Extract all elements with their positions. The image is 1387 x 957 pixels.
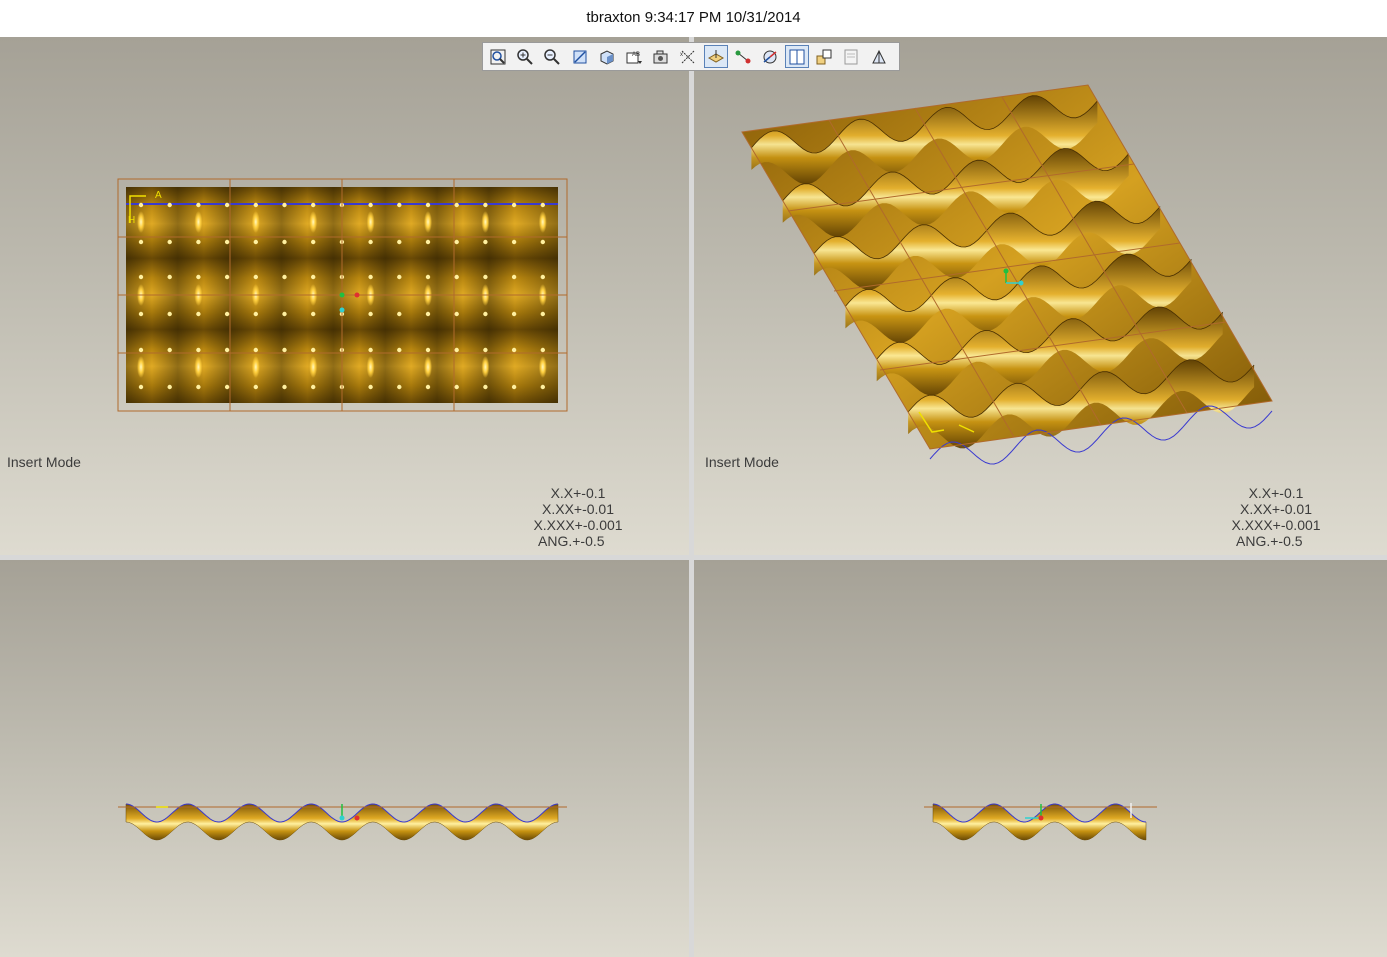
- repaint-button[interactable]: [568, 45, 592, 68]
- zoom-fit-icon: [489, 48, 507, 66]
- view-manager-icon: [652, 48, 670, 66]
- perspective-view-icon: [870, 48, 888, 66]
- multi-viewport-icon: [788, 48, 806, 66]
- viewport-top-left[interactable]: A H Insert Mode X.X+-0.1 X.XX+-0.01 X.XX…: [0, 37, 689, 555]
- svg-text:AB: AB: [632, 52, 640, 58]
- repaint-icon: [571, 48, 589, 66]
- view-manager-button[interactable]: [649, 45, 673, 68]
- datum-planes-icon: [707, 48, 725, 66]
- saved-views-icon: AB: [625, 48, 643, 66]
- csys-display-button[interactable]: [758, 45, 782, 68]
- top-view-model: A H: [117, 178, 568, 412]
- viewport-bottom-right[interactable]: [694, 560, 1387, 957]
- tolerance-line: X.XXX+-0.001: [533, 517, 623, 533]
- datum-points-icon: [734, 48, 752, 66]
- tolerance-table: X.X+-0.1 X.XX+-0.01 X.XXX+-0.001 ANG.+-0…: [520, 485, 636, 549]
- datum-planes-button[interactable]: [703, 45, 728, 68]
- svg-text:H: H: [128, 215, 135, 226]
- csys-display-icon: [761, 48, 779, 66]
- tolerance-table: X.X+-0.1 X.XX+-0.01 X.XXX+-0.001 ANG.+-0…: [1218, 485, 1334, 549]
- annotation-display-icon: [842, 48, 860, 66]
- annotation-display-button[interactable]: [839, 45, 863, 68]
- tolerance-line: ANG.+-0.5: [1236, 533, 1303, 549]
- zoom-fit-button[interactable]: [486, 45, 510, 68]
- zoom-in-button[interactable]: [513, 45, 537, 68]
- front-view-model: [118, 803, 567, 841]
- isometric-view-model: [741, 84, 1273, 465]
- spin-center-button[interactable]: [812, 45, 836, 68]
- zoom-out-icon: [543, 48, 561, 66]
- datum-axes-button[interactable]: x: [676, 45, 700, 68]
- tolerance-line: X.XXX+-0.001: [1231, 517, 1321, 533]
- saved-views-button[interactable]: AB: [622, 45, 646, 68]
- datum-points-button[interactable]: [731, 45, 755, 68]
- view-toolbar: AB x: [482, 42, 900, 71]
- shading-style-icon: [598, 48, 616, 66]
- tolerance-line: X.XX+-0.01: [1240, 501, 1312, 517]
- side-view-model: [924, 803, 1157, 841]
- tolerance-line: X.XX+-0.01: [542, 501, 614, 517]
- multi-viewport-button[interactable]: [785, 45, 810, 68]
- tolerance-line: ANG.+-0.5: [538, 533, 605, 549]
- viewport-bottom-left[interactable]: [0, 560, 689, 957]
- zoom-out-button[interactable]: [540, 45, 564, 68]
- viewport-area: A H Insert Mode X.X+-0.1 X.XX+-0.01 X.XX…: [0, 37, 1387, 957]
- svg-text:A: A: [155, 190, 162, 201]
- mode-label: Insert Mode: [7, 454, 81, 470]
- zoom-in-icon: [516, 48, 534, 66]
- datum-axes-icon: x: [679, 48, 697, 66]
- tolerance-line: X.X+-0.1: [550, 485, 606, 501]
- shading-style-button[interactable]: [595, 45, 619, 68]
- window-title: tbraxton 9:34:17 PM 10/31/2014: [0, 0, 1387, 37]
- mode-label: Insert Mode: [705, 454, 779, 470]
- tolerance-line: X.X+-0.1: [1248, 485, 1304, 501]
- viewport-top-right[interactable]: Insert Mode X.X+-0.1 X.XX+-0.01 X.XXX+-0…: [694, 37, 1387, 555]
- svg-text:x: x: [680, 52, 683, 58]
- spin-center-icon: [815, 48, 833, 66]
- perspective-view-button[interactable]: [867, 45, 891, 68]
